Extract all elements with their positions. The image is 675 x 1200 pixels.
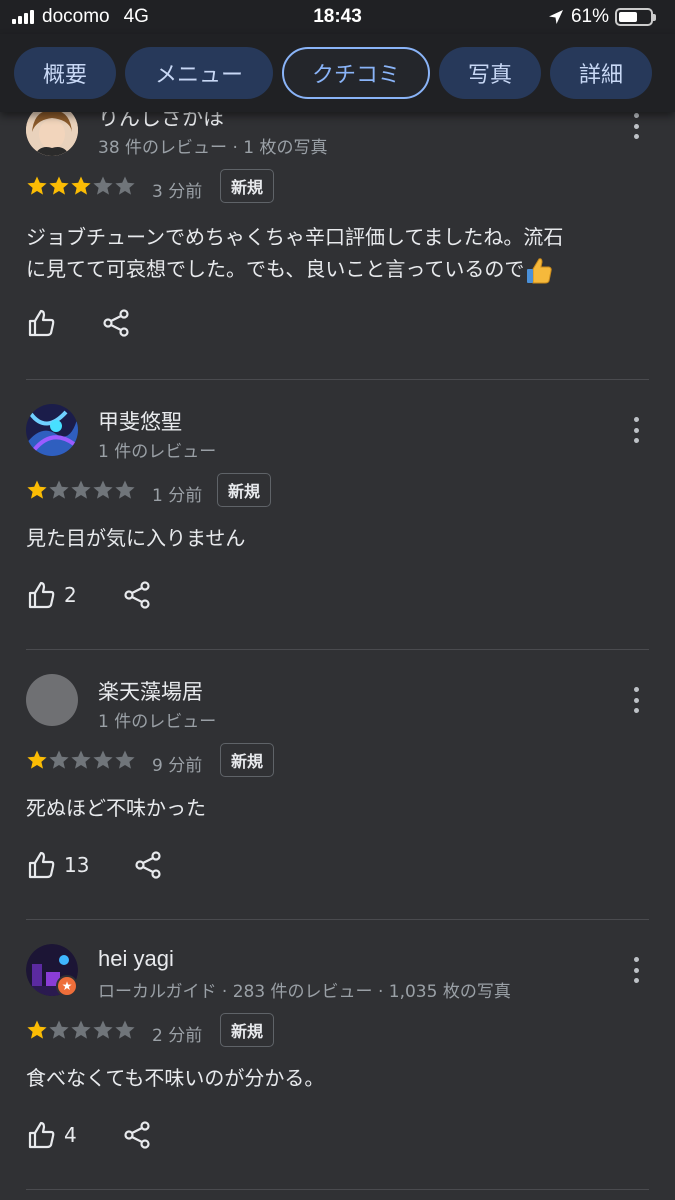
new-badge: 新規 [220, 169, 275, 203]
tab-details[interactable]: 詳細 [550, 47, 652, 99]
tab-overview[interactable]: 概要 [14, 47, 116, 99]
like-button[interactable]: 2 [26, 580, 77, 610]
reviewer-meta: 1 件のレビュー [98, 712, 217, 732]
reviewer-name[interactable]: hei yagi [98, 946, 174, 972]
star-empty-icon [115, 480, 135, 499]
new-badge: 新規 [220, 1013, 275, 1047]
star-filled-icon [27, 750, 47, 769]
share-icon [124, 581, 150, 609]
share-icon [135, 851, 161, 879]
review-item: ★ hei yagi ローカルガイド · 283 件のレビュー · 1,035 … [0, 920, 675, 1190]
like-button[interactable] [26, 308, 56, 338]
share-button[interactable] [134, 850, 162, 880]
new-badge: 新規 [217, 473, 272, 507]
review-item: 甲斐悠聖 1 件のレビュー 1 分前 新規 見た目が気に入りません 2 [0, 380, 675, 650]
star-empty-icon [71, 1020, 91, 1039]
share-button[interactable] [123, 1120, 151, 1150]
star-empty-icon [115, 1020, 135, 1039]
reviewer-meta: 1 件のレビュー [98, 442, 217, 462]
star-rating [26, 479, 136, 501]
like-count: 4 [64, 1123, 77, 1147]
star-empty-icon [115, 176, 135, 195]
thumbs-up-emoji-icon [527, 257, 553, 283]
avatar[interactable] [26, 674, 78, 726]
star-empty-icon [71, 750, 91, 769]
star-empty-icon [93, 176, 113, 195]
share-icon [103, 309, 129, 337]
review-age: 3 分前 [152, 182, 203, 202]
tab-bar: 概要 メニュー クチコミ 写真 詳細 [0, 34, 675, 112]
thumbs-up-icon [28, 309, 55, 337]
star-filled-icon [27, 1020, 47, 1039]
star-empty-icon [93, 750, 113, 769]
local-guide-badge-icon: ★ [56, 975, 78, 997]
like-count: 13 [64, 853, 90, 877]
avatar[interactable]: ★ [26, 944, 78, 997]
review-text: 食べなくても不味いのが分かる。 [26, 1062, 324, 1094]
review-age: 9 分前 [152, 756, 203, 776]
thumbs-up-icon [28, 851, 55, 879]
review-text-line: 死ぬほど不味かった [26, 796, 206, 820]
share-button[interactable] [102, 308, 130, 338]
thumbs-up-icon [28, 581, 55, 609]
star-rating [26, 175, 136, 197]
like-button[interactable]: 13 [26, 850, 89, 880]
star-rating [26, 749, 136, 771]
new-badge: 新規 [220, 743, 275, 777]
review-age: 2 分前 [152, 1026, 203, 1046]
tab-menu[interactable]: メニュー [125, 47, 273, 99]
star-filled-icon [27, 176, 47, 195]
star-empty-icon [93, 1020, 113, 1039]
review-text-line: 見た目が気に入りません [26, 526, 246, 550]
review-text-line: 食べなくても不味いのが分かる。 [26, 1066, 325, 1090]
avatar[interactable] [26, 404, 78, 456]
star-empty-icon [49, 750, 69, 769]
review-text-line: ジョブチューンでめちゃくちゃ辛口評価してましたね。流石 [26, 225, 564, 249]
more-options-icon[interactable] [630, 687, 642, 713]
review-text: 見た目が気に入りません [26, 522, 245, 554]
thumbs-up-icon [28, 1121, 55, 1149]
tab-reviews[interactable]: クチコミ [282, 47, 430, 99]
star-filled-icon [27, 480, 47, 499]
more-options-icon[interactable] [630, 957, 642, 983]
review-text: 死ぬほど不味かった [26, 792, 206, 824]
like-count: 2 [64, 583, 77, 607]
abstract-avatar-icon [26, 404, 78, 456]
reviewer-meta: 38 件のレビュー · 1 枚の写真 [98, 138, 328, 158]
share-icon [124, 1121, 150, 1149]
star-filled-icon [49, 176, 69, 195]
tab-photos[interactable]: 写真 [439, 47, 541, 99]
more-options-icon[interactable] [630, 417, 642, 443]
review-text-line: に見てて可哀想でした。でも、良いこと言っているので [26, 253, 563, 286]
star-empty-icon [49, 1020, 69, 1039]
star-empty-icon [93, 480, 113, 499]
more-options-icon[interactable] [630, 113, 642, 139]
star-empty-icon [71, 480, 91, 499]
star-rating [26, 1019, 136, 1041]
reviewer-meta: ローカルガイド · 283 件のレビュー · 1,035 枚の写真 [98, 982, 511, 1002]
star-empty-icon [49, 480, 69, 499]
review-text: ジョブチューンでめちゃくちゃ辛口評価してましたね。流石 に見てて可哀想でした。で… [26, 221, 563, 286]
share-button[interactable] [123, 580, 151, 610]
review-text-part: に見てて可哀想でした。でも、良いこと言っているので [26, 257, 525, 281]
reviewer-name[interactable]: 甲斐悠聖 [98, 406, 182, 436]
like-button[interactable]: 4 [26, 1120, 77, 1150]
reviewer-name[interactable]: 楽天藻場居 [98, 676, 203, 706]
divider [26, 1189, 649, 1190]
review-item: 楽天藻場居 1 件のレビュー 9 分前 新規 死ぬほど不味かった 13 [0, 650, 675, 920]
star-empty-icon [115, 750, 135, 769]
review-age: 1 分前 [152, 486, 203, 506]
star-filled-icon [71, 176, 91, 195]
